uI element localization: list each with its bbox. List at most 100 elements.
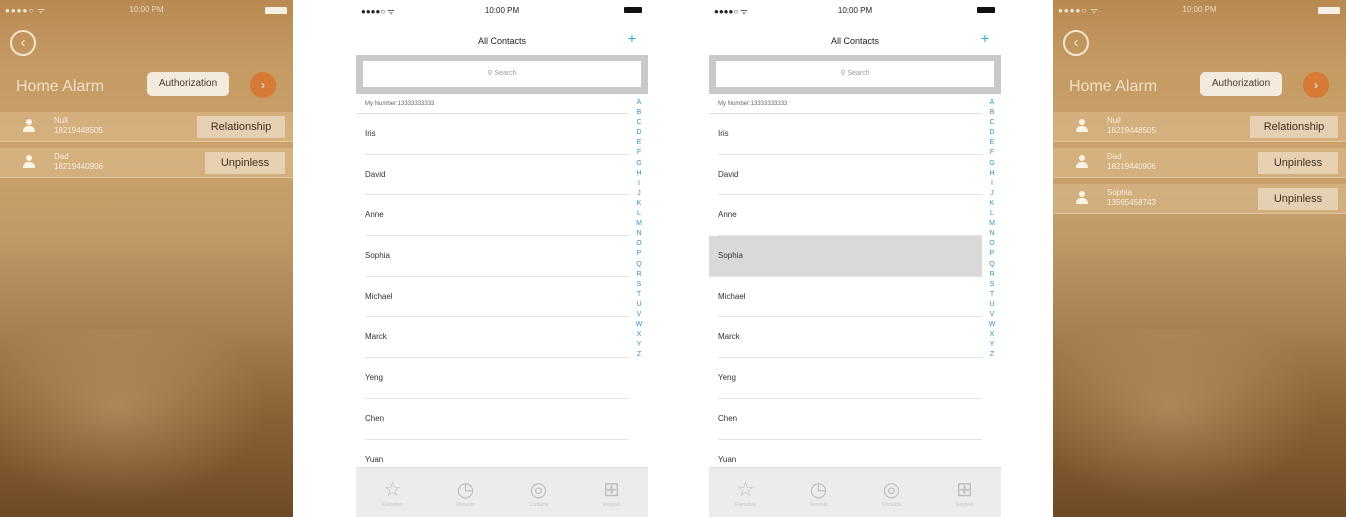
alphabet-letter[interactable]: J — [637, 189, 641, 199]
alphabet-letter[interactable]: W — [989, 320, 996, 330]
contact-list-item[interactable]: Sophia — [709, 236, 982, 277]
contact-row[interactable]: Null 18219448505 Relationship — [0, 112, 293, 142]
alphabet-letter[interactable]: N — [636, 229, 641, 239]
alphabet-letter[interactable]: T — [990, 290, 994, 300]
alphabet-letter[interactable]: I — [991, 179, 993, 189]
contact-list-item[interactable]: Iris — [365, 114, 629, 155]
contact-list-item[interactable]: Michael — [718, 277, 982, 318]
alphabet-letter[interactable]: E — [637, 138, 642, 148]
alphabet-letter[interactable]: P — [990, 249, 995, 259]
tab-keypad[interactable]: ⊞ Keypad — [587, 478, 637, 508]
contact-list-item[interactable]: Anne — [718, 195, 982, 237]
alphabet-letter[interactable]: U — [989, 300, 994, 310]
tab-recents[interactable]: ◷ Recents — [794, 478, 844, 508]
contact-list-item[interactable]: Anne — [365, 195, 629, 237]
alphabet-letter[interactable]: V — [637, 310, 642, 320]
contact-list-item[interactable]: David — [365, 155, 629, 196]
contact-row[interactable]: Dad 18219440906 Unpinless — [0, 148, 293, 178]
contact-list-item[interactable]: Chen — [365, 399, 629, 440]
contact-row[interactable]: Sophia 13565458743 Unpinless — [1053, 184, 1346, 214]
contact-list-item[interactable]: Marck — [365, 317, 629, 359]
contact-list-item[interactable]: Marck — [718, 317, 982, 359]
alphabet-letter[interactable]: P — [637, 249, 642, 259]
alphabet-letter[interactable]: Q — [636, 260, 641, 270]
contact-action-button[interactable]: Relationship — [1250, 116, 1338, 138]
contact-list-item[interactable]: Yeng — [718, 358, 982, 399]
contact-list-item[interactable]: Michael — [365, 277, 629, 318]
alphabet-letter[interactable]: B — [637, 108, 642, 118]
alphabet-letter[interactable]: M — [989, 219, 995, 229]
back-circle-icon[interactable]: ‹ — [10, 30, 36, 56]
back-circle-icon[interactable]: ‹ — [1063, 30, 1089, 56]
alphabet-letter[interactable]: A — [990, 98, 995, 108]
alphabet-letter[interactable]: X — [990, 330, 995, 340]
alphabet-letter[interactable]: G — [989, 159, 994, 169]
forward-arrow-button[interactable]: › — [250, 72, 276, 98]
authorization-button[interactable]: Authorization — [1200, 72, 1282, 96]
page-title: All Contacts — [830, 36, 880, 46]
search-input[interactable]: ⚲ Search — [363, 61, 641, 87]
alphabet-letter[interactable]: K — [990, 199, 995, 209]
alphabet-letter[interactable]: K — [637, 199, 642, 209]
tab-contacts[interactable]: ◎ Contacts — [514, 478, 564, 508]
alphabet-letter[interactable]: D — [989, 128, 994, 138]
alphabet-letter[interactable]: Q — [989, 260, 994, 270]
contact-action-button[interactable]: Relationship — [197, 116, 285, 138]
alphabet-letter[interactable]: H — [989, 169, 994, 179]
alphabet-letter[interactable]: C — [636, 118, 641, 128]
search-input[interactable]: ⚲ Search — [716, 61, 994, 87]
alphabet-letter[interactable]: G — [636, 159, 641, 169]
contact-row[interactable]: Dad 18219440906 Unpinless — [1053, 148, 1346, 178]
alphabet-letter[interactable]: F — [990, 148, 994, 158]
alphabet-letter[interactable]: S — [990, 280, 995, 290]
alphabet-letter[interactable]: F — [637, 148, 641, 158]
alphabet-letter[interactable]: B — [990, 108, 995, 118]
tab-favorites[interactable]: ☆ Favorites — [721, 478, 771, 508]
alphabet-letter[interactable]: Z — [990, 350, 994, 360]
alphabet-letter[interactable]: E — [990, 138, 995, 148]
plus-icon[interactable]: + — [628, 30, 636, 46]
alphabet-letter[interactable]: D — [636, 128, 641, 138]
alphabet-letter[interactable]: O — [989, 239, 994, 249]
contact-list-item[interactable]: David — [718, 155, 982, 196]
authorization-button[interactable]: Authorization — [147, 72, 229, 96]
alphabet-letter[interactable]: Y — [637, 340, 642, 350]
alphabet-letter[interactable]: C — [989, 118, 994, 128]
alphabet-index[interactable]: ABCDEFGHIJKLMNOPQRSTUVWXYZ — [633, 98, 645, 360]
alphabet-letter[interactable]: M — [636, 219, 642, 229]
alphabet-letter[interactable]: N — [989, 229, 994, 239]
alphabet-index[interactable]: ABCDEFGHIJKLMNOPQRSTUVWXYZ — [986, 98, 998, 360]
contact-list-item[interactable]: Iris — [718, 114, 982, 155]
alphabet-letter[interactable]: R — [636, 270, 641, 280]
alphabet-letter[interactable]: J — [990, 189, 994, 199]
alphabet-letter[interactable]: X — [637, 330, 642, 340]
alphabet-letter[interactable]: R — [989, 270, 994, 280]
alphabet-letter[interactable]: O — [636, 239, 641, 249]
contact-action-button[interactable]: Unpinless — [205, 152, 285, 174]
tab-contacts[interactable]: ◎ Contacts — [867, 478, 917, 508]
alphabet-letter[interactable]: H — [636, 169, 641, 179]
alphabet-letter[interactable]: L — [990, 209, 994, 219]
alphabet-letter[interactable]: Y — [990, 340, 995, 350]
alphabet-letter[interactable]: Z — [637, 350, 641, 360]
alphabet-letter[interactable]: U — [636, 300, 641, 310]
alphabet-letter[interactable]: L — [637, 209, 641, 219]
contact-list-item[interactable]: Yeng — [365, 358, 629, 399]
tab-keypad[interactable]: ⊞ Keypad — [940, 478, 990, 508]
alphabet-letter[interactable]: V — [990, 310, 995, 320]
tab-bar: ☆ Favorites ◷ Recents ◎ Contacts ⊞ Keypad — [356, 467, 648, 517]
contact-list-item[interactable]: Sophia — [365, 236, 629, 277]
alphabet-letter[interactable]: T — [637, 290, 641, 300]
contact-action-button[interactable]: Unpinless — [1258, 188, 1338, 210]
contact-list-item[interactable]: Chen — [718, 399, 982, 440]
alphabet-letter[interactable]: I — [638, 179, 640, 189]
contact-action-button[interactable]: Unpinless — [1258, 152, 1338, 174]
plus-icon[interactable]: + — [981, 30, 989, 46]
tab-recents[interactable]: ◷ Recents — [441, 478, 491, 508]
contact-row[interactable]: Null 18219448505 Relationship — [1053, 112, 1346, 142]
forward-arrow-button[interactable]: › — [1303, 72, 1329, 98]
tab-favorites[interactable]: ☆ Favorites — [368, 478, 418, 508]
alphabet-letter[interactable]: A — [637, 98, 642, 108]
alphabet-letter[interactable]: S — [637, 280, 642, 290]
alphabet-letter[interactable]: W — [636, 320, 643, 330]
